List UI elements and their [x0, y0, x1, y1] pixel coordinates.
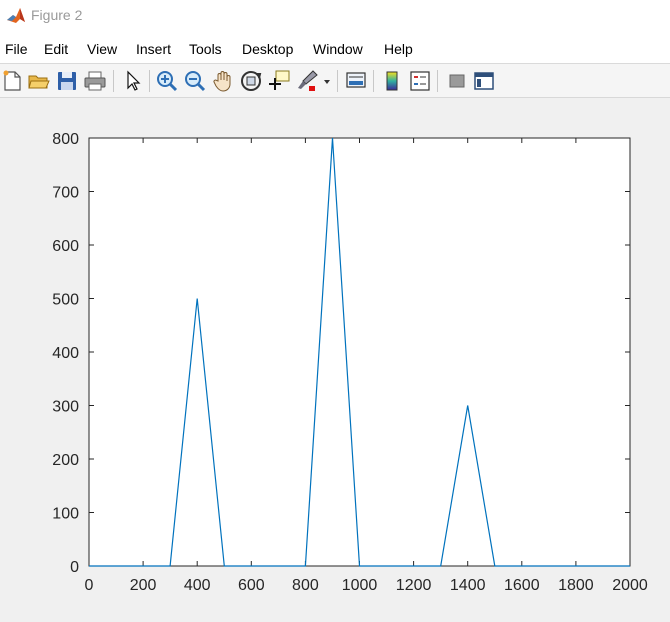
y-tick-label: 300: [52, 399, 79, 416]
data-cursor-icon[interactable]: [267, 69, 291, 93]
save-icon[interactable]: [55, 69, 79, 93]
y-tick-label: 600: [52, 238, 79, 255]
print-icon[interactable]: [83, 69, 107, 93]
x-tick-label: 1000: [342, 577, 378, 594]
menu-view[interactable]: View: [87, 41, 117, 57]
menu-help[interactable]: Help: [384, 41, 413, 57]
zoom-in-icon[interactable]: [155, 69, 179, 93]
show-plot-tools-icon[interactable]: [472, 69, 496, 93]
line-chart[interactable]: 0 200 400 600 800 1000 1200 1400 1600 1800 2000 0 10…: [0, 98, 670, 622]
insert-colorbar-icon[interactable]: [380, 69, 404, 93]
x-tick-label: 600: [238, 577, 265, 594]
menu-insert[interactable]: Insert: [136, 41, 171, 57]
edit-plot-arrow-icon[interactable]: [120, 69, 144, 93]
title-bar: Figure 2: [0, 0, 670, 34]
menu-tools[interactable]: Tools: [189, 41, 222, 57]
chevron-down-icon[interactable]: [321, 69, 333, 93]
toolbar-separator: [337, 70, 338, 92]
x-tick-label: 0: [85, 577, 94, 594]
x-tick-label: 400: [184, 577, 211, 594]
menu-window[interactable]: Window: [313, 41, 363, 57]
menu-file[interactable]: File: [5, 41, 28, 57]
matlab-logo-icon: [6, 6, 26, 26]
plot-area[interactable]: [88, 137, 631, 567]
x-tick-label: 1400: [450, 577, 486, 594]
menu-bar: File Edit View Insert Tools Desktop Wind…: [0, 34, 670, 64]
y-tick-label: 500: [52, 292, 79, 309]
brush-icon[interactable]: [295, 69, 319, 93]
y-tick-label: 700: [52, 185, 79, 202]
y-tick-label: 100: [52, 506, 79, 523]
toolbar-separator: [149, 70, 150, 92]
x-tick-label: 2000: [612, 577, 648, 594]
hide-plot-tools-icon[interactable]: [445, 69, 469, 93]
x-tick-label: 1200: [396, 577, 432, 594]
x-tick-label: 1800: [558, 577, 594, 594]
y-tick-label: 400: [52, 345, 79, 362]
rotate-3d-icon[interactable]: [239, 69, 263, 93]
insert-legend-icon[interactable]: [408, 69, 432, 93]
open-file-icon[interactable]: [27, 69, 51, 93]
y-tick-label: 0: [70, 559, 79, 576]
window-title: Figure 2: [31, 7, 83, 23]
y-tick-label: 800: [52, 131, 79, 148]
toolbar-separator: [437, 70, 438, 92]
zoom-out-icon[interactable]: [183, 69, 207, 93]
toolbar-separator: [373, 70, 374, 92]
figure-canvas: 0 200 400 600 800 1000 1200 1400 1600 1800 2000 0 10…: [0, 98, 670, 622]
toolbar-separator: [113, 70, 114, 92]
pan-hand-icon[interactable]: [211, 69, 235, 93]
menu-edit[interactable]: Edit: [44, 41, 68, 57]
link-plot-icon[interactable]: [344, 69, 368, 93]
x-tick-label: 200: [130, 577, 157, 594]
x-tick-label: 1600: [504, 577, 540, 594]
toolbar: [0, 64, 670, 98]
menu-desktop[interactable]: Desktop: [242, 41, 293, 57]
y-tick-label: 200: [52, 452, 79, 469]
x-tick-label: 800: [292, 577, 319, 594]
new-figure-icon[interactable]: [0, 69, 24, 93]
